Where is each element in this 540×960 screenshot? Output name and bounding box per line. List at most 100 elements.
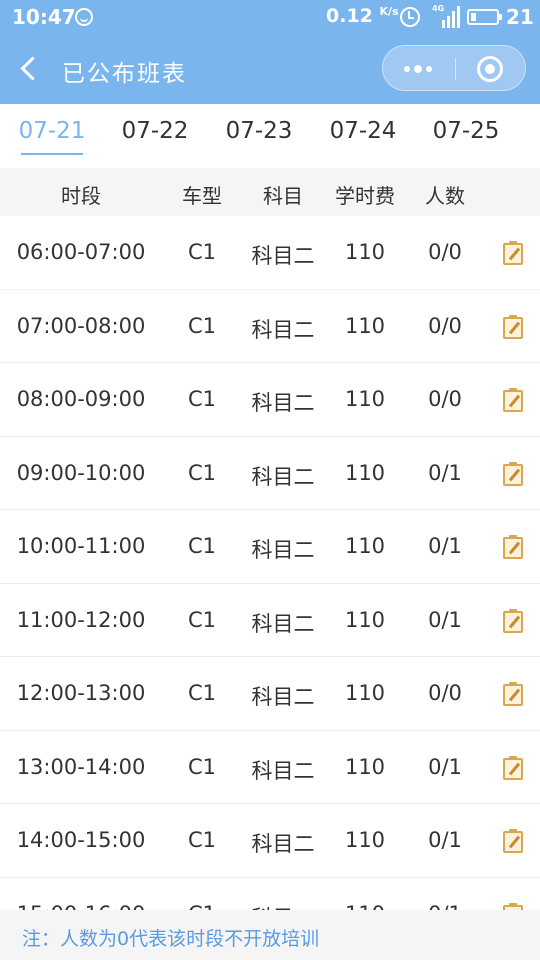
capsule-divider — [455, 58, 456, 80]
row-subject: 科目二 — [251, 244, 315, 268]
table-row: 15:00-16:00 C1 科目二 110 0/1 — [0, 877, 540, 911]
status-bar: 10:47 0.12 K/s 4G 21 — [0, 0, 540, 34]
row-time: 14:00-15:00 — [16, 828, 146, 852]
row-subject: 科目二 — [251, 611, 315, 636]
row-car-type: C1 — [187, 240, 217, 264]
row-car-type: C1 — [187, 607, 217, 632]
top-bar: 10:47 0.12 K/s 4G 21 已公布班表 — [0, 0, 540, 104]
row-time: 15:00-16:00 — [0, 902, 162, 911]
row-fee: 110 — [344, 754, 386, 779]
row-car-type: C1 — [187, 387, 217, 411]
row-time: 11:00-12:00 — [16, 607, 146, 632]
row-car-type: C1 — [187, 460, 217, 485]
row-count: 0/0 — [428, 681, 462, 705]
row-fee: 110 — [344, 460, 386, 485]
app-status-icon — [75, 8, 93, 26]
row-time: 10:00-11:00 — [16, 534, 146, 558]
row-count: 0/1 — [428, 460, 462, 485]
schedule-table: 06:00-07:00 C1 科目二 110 0/0 07:00-08:00 C1 科目二 11… — [0, 216, 540, 910]
row-time: 12:00-13:00 — [16, 681, 146, 705]
battery-percent: 21 — [506, 5, 534, 29]
network-speed-value: 0.12 — [326, 5, 373, 27]
mini-program-capsule — [382, 45, 526, 91]
row-fee: 110 — [344, 828, 386, 852]
row-subject: 科目二 — [251, 464, 315, 489]
row-car-type: C1 — [172, 902, 232, 911]
row-subject: 科目二 — [251, 317, 315, 342]
column-header: 学时费 — [335, 184, 395, 208]
battery-fill — [471, 13, 477, 21]
row-count: 0/0 — [428, 240, 462, 264]
column-header: 车型 — [182, 184, 222, 208]
row-fee: 110 — [344, 240, 386, 264]
active-tab-underline — [21, 153, 83, 155]
row-car-type: C1 — [187, 313, 217, 338]
row-subject: 科目二 — [251, 391, 315, 415]
edit-icon[interactable] — [503, 388, 523, 412]
row-car-type: C1 — [187, 681, 217, 705]
more-menu-button[interactable] — [383, 46, 455, 90]
page-title: 已公布班表 — [62, 61, 187, 87]
row-fee: 110 — [344, 313, 386, 338]
row-subject: 科目二 — [251, 832, 315, 856]
tab-date[interactable]: 07-23 — [219, 118, 299, 144]
row-subject: 科目二 — [251, 538, 315, 562]
row-count: 0/1 — [428, 534, 462, 558]
edit-icon[interactable] — [503, 241, 523, 265]
row-time: 06:00-07:00 — [16, 240, 146, 264]
row-subject: 科目二 — [251, 685, 315, 709]
tab-date[interactable]: 07-22 — [115, 118, 195, 144]
row-time: 07:00-08:00 — [16, 313, 146, 338]
network-speed: 0.12 K/s — [326, 5, 399, 27]
row-car-type: C1 — [187, 534, 217, 558]
edit-icon[interactable] — [503, 682, 523, 706]
signal-icon: 4G — [432, 4, 460, 28]
row-count: 0/1 — [428, 828, 462, 852]
column-header: 时段 — [61, 184, 101, 208]
row-fee: 110 — [344, 607, 386, 632]
edit-icon[interactable] — [503, 755, 523, 780]
row-fee: 110 — [344, 534, 386, 558]
tab-date[interactable]: 07-25 — [426, 118, 506, 144]
row-count: 0/1 — [428, 607, 462, 632]
row-time: 08:00-09:00 — [16, 387, 146, 411]
table-row: 09:00-10:00 C1 科目二 110 0/1 — [0, 436, 540, 510]
row-subject: 科目二 — [243, 902, 323, 911]
close-mini-program-button[interactable] — [477, 56, 503, 82]
tab-date[interactable]: 07-24 — [323, 118, 403, 144]
table-row: 07:00-08:00 C1 科目二 110 0/0 — [0, 289, 540, 363]
row-count: 0/0 — [428, 313, 462, 338]
table-row: 10:00-11:00 C1 科目二 110 0/1 — [0, 510, 540, 584]
row-count: 0/1 — [410, 902, 480, 911]
row-car-type: C1 — [187, 754, 217, 779]
signal-label: 4G — [432, 4, 445, 13]
table-row: 12:00-13:00 C1 科目二 110 0/0 — [0, 657, 540, 731]
tab-date[interactable]: 07-21 — [12, 118, 92, 144]
date-tabs: 07-21 07-22 07-23 07-24 07-25 — [0, 104, 540, 168]
row-count: 0/0 — [428, 387, 462, 411]
edit-icon[interactable] — [503, 608, 523, 633]
table-row: 11:00-12:00 C1 科目二 110 0/1 — [0, 583, 540, 657]
footer-note-bar: 注：人数为0代表该时段不开放培训 — [0, 910, 540, 960]
network-speed-unit: K/s — [379, 5, 399, 18]
row-car-type: C1 — [187, 828, 217, 852]
table-row: 06:00-07:00 C1 科目二 110 0/0 — [0, 216, 540, 290]
row-fee: 110 — [330, 902, 400, 911]
title-bar: 已公布班表 — [0, 34, 540, 104]
footer-note: 注：人数为0代表该时段不开放培训 — [22, 928, 320, 950]
battery-icon — [467, 9, 502, 25]
edit-icon[interactable] — [503, 829, 523, 853]
edit-icon[interactable] — [503, 535, 523, 559]
edit-icon[interactable] — [503, 461, 523, 486]
row-time: 09:00-10:00 — [16, 460, 146, 485]
edit-icon[interactable] — [503, 314, 523, 339]
row-fee: 110 — [344, 681, 386, 705]
column-header: 科目 — [263, 184, 303, 208]
row-count: 0/1 — [428, 754, 462, 779]
table-header: 时段 车型 科目 学时费 人数 — [0, 168, 540, 216]
table-row: 14:00-15:00 C1 科目二 110 0/1 — [0, 804, 540, 878]
back-button[interactable] — [14, 52, 44, 86]
row-subject: 科目二 — [251, 758, 315, 783]
status-time: 10:47 — [12, 5, 76, 29]
table-row: 08:00-09:00 C1 科目二 110 0/0 — [0, 363, 540, 437]
